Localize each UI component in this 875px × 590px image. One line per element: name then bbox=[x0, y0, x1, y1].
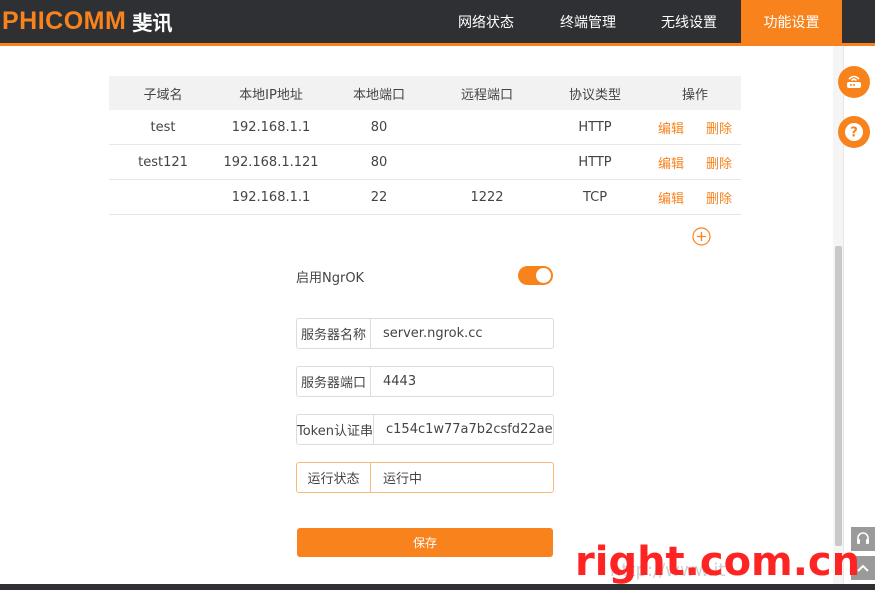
col-actions: 操作 bbox=[681, 87, 708, 103]
token-input[interactable] bbox=[374, 415, 556, 444]
token-field: Token认证串 bbox=[296, 414, 556, 445]
col-protocol: 协议类型 bbox=[568, 87, 621, 103]
help-button[interactable]: ? bbox=[838, 116, 870, 148]
cell-remote-port: 1222 bbox=[470, 189, 504, 205]
server-port-input[interactable] bbox=[371, 367, 553, 396]
svg-text:?: ? bbox=[850, 126, 858, 141]
run-status-field: 运行状态 bbox=[296, 462, 554, 493]
footer-bar bbox=[0, 584, 875, 590]
cell-protocol: TCP bbox=[582, 189, 608, 205]
server-name-input[interactable] bbox=[371, 319, 553, 348]
col-local-port: 本地端口 bbox=[352, 87, 405, 103]
cell-local-port: 22 bbox=[370, 189, 388, 205]
ngrok-enable-toggle[interactable] bbox=[518, 266, 553, 285]
cell-subdomain: test bbox=[150, 119, 176, 135]
col-subdomain: 子域名 bbox=[143, 87, 183, 103]
cell-local-ip: 192.168.1.1 bbox=[231, 119, 311, 135]
nav-wireless-settings[interactable]: 无线设置 bbox=[643, 0, 735, 43]
col-local-ip: 本地IP地址 bbox=[239, 87, 303, 103]
col-remote-port: 远程端口 bbox=[460, 87, 513, 103]
nav-function-settings[interactable]: 功能设置 bbox=[741, 0, 842, 43]
toggle-knob bbox=[536, 268, 551, 283]
scrollbar-thumb[interactable] bbox=[835, 246, 842, 546]
table-row: test 192.168.1.1 80 HTTP 编辑 删除 bbox=[109, 110, 741, 145]
phicomm-logo: PHICOMM 斐讯 bbox=[2, 6, 172, 36]
cell-subdomain: test121 bbox=[138, 154, 188, 170]
save-button[interactable]: 保存 bbox=[297, 528, 553, 557]
cell-local-port: 80 bbox=[370, 119, 388, 135]
table-row: test121 192.168.1.121 80 HTTP 编辑 删除 bbox=[109, 145, 741, 180]
plus-circle-icon[interactable] bbox=[692, 227, 711, 246]
nav-device-management[interactable]: 终端管理 bbox=[542, 0, 634, 43]
edit-link[interactable]: 编辑 bbox=[658, 153, 684, 172]
cell-protocol: HTTP bbox=[578, 119, 612, 135]
cell-actions: 编辑 删除 bbox=[649, 188, 741, 207]
run-status-input[interactable] bbox=[371, 463, 553, 492]
nav-network-status[interactable]: 网络状态 bbox=[440, 0, 532, 43]
port-mapping-table: 子域名 本地IP地址 本地端口 远程端口 协议类型 操作 test 192.16… bbox=[109, 76, 741, 215]
edit-link[interactable]: 编辑 bbox=[658, 188, 684, 207]
cell-local-ip: 192.168.1.121 bbox=[223, 154, 319, 170]
logo-text-cn: 斐讯 bbox=[132, 10, 173, 35]
cell-protocol: HTTP bbox=[578, 154, 612, 170]
ngrok-enable-label: 启用NgrOK bbox=[296, 271, 365, 286]
table-row: 192.168.1.1 22 1222 TCP 编辑 删除 bbox=[109, 180, 741, 215]
cell-actions: 编辑 删除 bbox=[649, 118, 741, 137]
router-shortcut-button[interactable] bbox=[838, 66, 870, 98]
server-port-field: 服务器端口 bbox=[296, 366, 554, 397]
edit-link[interactable]: 编辑 bbox=[658, 118, 684, 137]
logo-text-en: PHICOMM bbox=[2, 6, 127, 35]
header-accent-line bbox=[0, 43, 875, 46]
watermark-text: right.com.cn bbox=[575, 539, 861, 585]
cell-actions: 编辑 删除 bbox=[649, 153, 741, 172]
run-status-label: 运行状态 bbox=[297, 463, 371, 492]
delete-link[interactable]: 删除 bbox=[706, 118, 732, 137]
router-icon bbox=[847, 75, 861, 88]
server-name-label: 服务器名称 bbox=[297, 319, 371, 348]
delete-link[interactable]: 删除 bbox=[706, 188, 732, 207]
table-header: 子域名 本地IP地址 本地端口 远程端口 协议类型 操作 bbox=[109, 76, 741, 110]
cell-local-ip: 192.168.1.1 bbox=[231, 189, 311, 205]
delete-link[interactable]: 删除 bbox=[706, 153, 732, 172]
server-name-field: 服务器名称 bbox=[296, 318, 554, 349]
top-header: PHICOMM 斐讯 网络状态 终端管理 无线设置 功能设置 bbox=[0, 0, 875, 43]
question-icon: ? bbox=[845, 123, 863, 141]
token-label: Token认证串 bbox=[297, 415, 374, 444]
server-port-label: 服务器端口 bbox=[297, 367, 371, 396]
cell-local-port: 80 bbox=[370, 154, 388, 170]
